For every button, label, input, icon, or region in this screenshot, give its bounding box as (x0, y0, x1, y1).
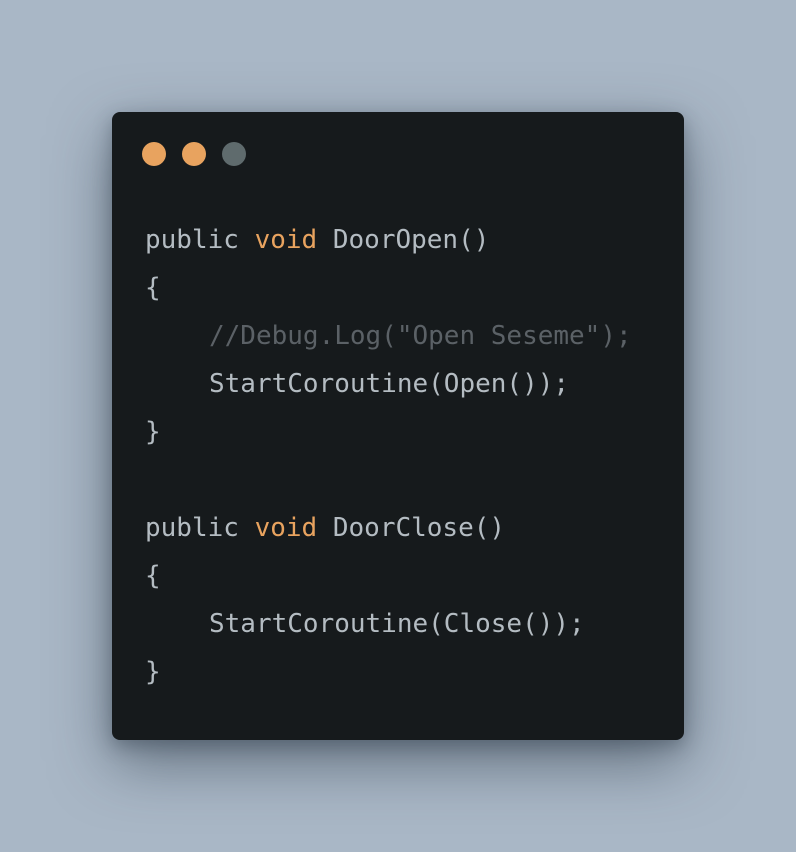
code-statement: StartCoroutine(Close()); (209, 609, 585, 639)
code-line: StartCoroutine(Close()); (145, 600, 632, 648)
maximize-dot-icon[interactable] (222, 142, 246, 166)
code-line: { (145, 264, 632, 312)
open-brace: { (145, 561, 161, 591)
open-brace: { (145, 273, 161, 303)
code-line: public void DoorClose() (145, 504, 632, 552)
code-line: StartCoroutine(Open()); (145, 360, 632, 408)
code-comment: //Debug.Log("Open Seseme"); (209, 321, 632, 351)
code-line: //Debug.Log("Open Seseme"); (145, 312, 632, 360)
code-window: public void DoorOpen() { //Debug.Log("Open… (112, 112, 684, 740)
code-line: { (145, 552, 632, 600)
code-block: public void DoorOpen() { //Debug.Log("Open… (145, 216, 632, 696)
keyword-public: public (145, 225, 239, 255)
code-line: public void DoorOpen() (145, 216, 632, 264)
window-controls (142, 142, 246, 166)
close-brace: } (145, 657, 161, 687)
code-statement: StartCoroutine(Open()); (209, 369, 570, 399)
method-signature: DoorClose() (332, 513, 506, 543)
keyword-public: public (145, 513, 239, 543)
method-signature: DoorOpen() (332, 225, 490, 255)
minimize-dot-icon[interactable] (182, 142, 206, 166)
keyword-void: void (254, 513, 318, 543)
code-line: } (145, 408, 632, 456)
code-line: } (145, 648, 632, 696)
keyword-void: void (254, 225, 318, 255)
close-brace: } (145, 417, 161, 447)
close-dot-icon[interactable] (142, 142, 166, 166)
